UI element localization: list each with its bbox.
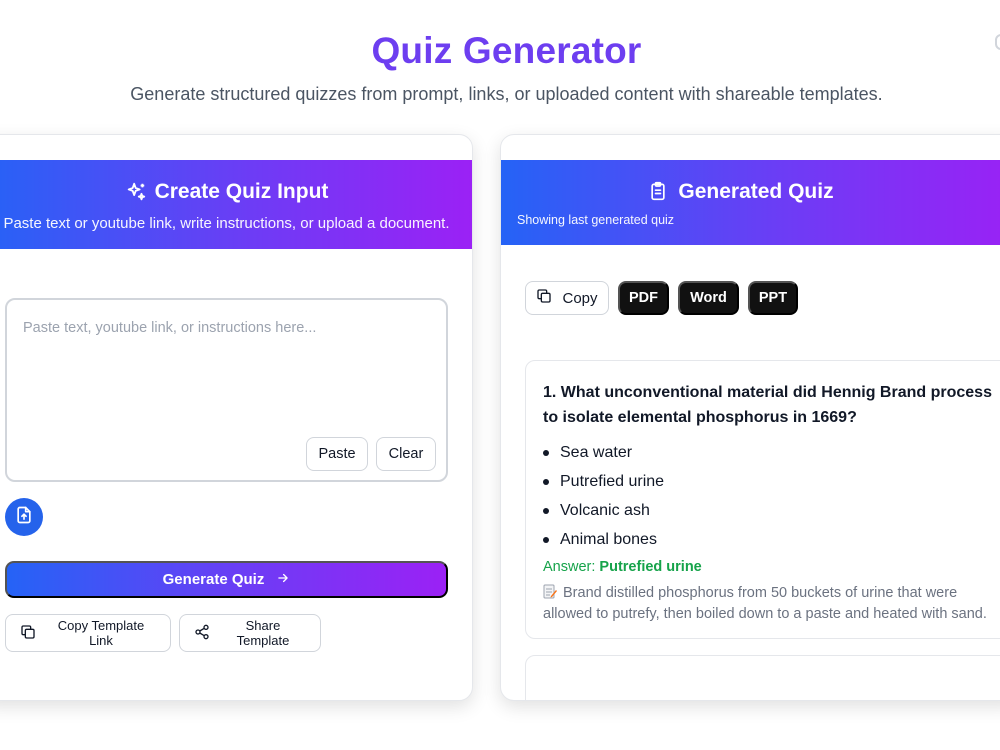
upload-document-button[interactable]	[5, 498, 43, 536]
input-card-subtitle: Paste text or youtube link, write instru…	[3, 215, 450, 232]
generate-quiz-label: Generate Quiz	[162, 571, 265, 588]
question-option: Animal bones	[543, 525, 664, 554]
question-option: Sea water	[543, 438, 664, 467]
bullet-icon	[543, 536, 549, 543]
copy-template-link-button[interactable]: Copy Template Link	[5, 614, 171, 652]
answer-explanation: Brand distilled phosphorus from 50 bucke…	[543, 583, 1000, 625]
question-title: 1. What unconventional material did Henn…	[543, 384, 992, 426]
answer-line: Answer: Putrefied urine	[543, 559, 702, 575]
page-subtitle: Generate structured quizzes from prompt,…	[130, 84, 883, 104]
input-card-header: Create Quiz Input Paste text or youtube …	[0, 160, 472, 249]
share-template-button[interactable]: Share Template	[179, 614, 321, 652]
arrow-right-icon	[276, 571, 290, 589]
quiz-generator-page: Quiz Generator Generate structured quizz…	[0, 0, 1000, 750]
output-card-title: Generated Quiz	[678, 180, 834, 203]
export-toolbar: Copy PDF Word PPT	[525, 281, 798, 315]
question-options: Sea water Putrefied urine Volcanic ash A…	[543, 438, 664, 554]
export-pdf-button[interactable]: PDF	[618, 281, 669, 315]
explanation-text: Brand distilled phosphorus from 50 bucke…	[543, 585, 987, 622]
input-card-title: Create Quiz Input	[154, 180, 329, 203]
clipboard-icon	[648, 181, 670, 203]
answer-value: Putrefied urine	[599, 559, 702, 575]
share-icon	[194, 624, 210, 643]
copy-icon	[536, 288, 552, 308]
share-template-label: Share Template	[236, 618, 290, 648]
answer-prefix: Answer:	[543, 559, 596, 575]
generate-quiz-button[interactable]: Generate Quiz	[5, 561, 448, 598]
output-card-subtitle: Showing last generated quiz	[517, 213, 675, 227]
copy-icon	[20, 624, 36, 643]
question-option: Putrefied urine	[543, 467, 664, 496]
file-upload-icon	[14, 505, 34, 530]
bullet-icon	[543, 449, 549, 456]
bullet-icon	[543, 507, 549, 514]
question-option: Volcanic ash	[543, 496, 664, 525]
copy-quiz-button[interactable]: Copy	[525, 281, 609, 315]
quiz-input-container: Paste Clear	[5, 298, 448, 482]
copy-quiz-label: Copy	[562, 289, 598, 307]
output-card: Generated Quiz Showing last generated qu…	[500, 134, 1000, 701]
paste-button[interactable]: Paste	[306, 437, 368, 471]
copy-template-link-label: Copy Template Link	[57, 618, 145, 648]
output-card-header: Generated Quiz Showing last generated qu…	[501, 160, 1000, 245]
export-ppt-button[interactable]: PPT	[748, 281, 798, 315]
export-word-button[interactable]: Word	[678, 281, 739, 315]
sparkles-icon	[125, 181, 147, 203]
question-card	[525, 655, 1000, 700]
page-title: Quiz Generator	[371, 30, 642, 71]
clear-button[interactable]: Clear	[376, 437, 436, 471]
bullet-icon	[543, 478, 549, 485]
quiz-input-textarea[interactable]	[23, 320, 433, 420]
theme-toggle-button[interactable]	[995, 34, 1000, 50]
question-card: 1. What unconventional material did Henn…	[525, 360, 1000, 639]
input-card: Create Quiz Input Paste text or youtube …	[0, 134, 473, 701]
memo-icon	[543, 584, 557, 599]
